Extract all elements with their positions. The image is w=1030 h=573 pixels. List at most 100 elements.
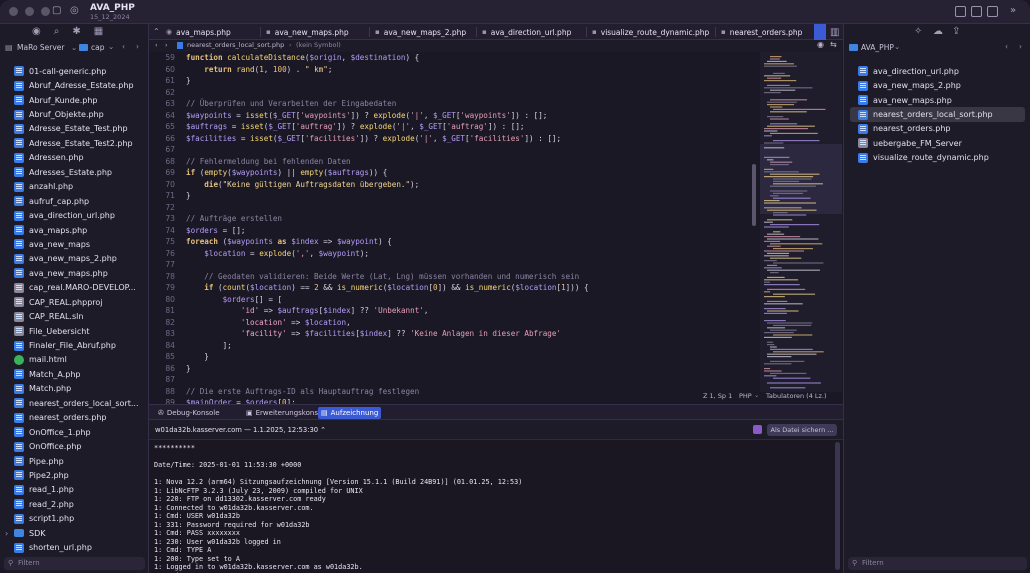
file-item[interactable]: read_2.php bbox=[0, 497, 149, 511]
sidebar-toggle-icon[interactable]: ▢ bbox=[52, 5, 61, 16]
file-item[interactable]: nearest_orders_local_sort.php bbox=[850, 107, 1025, 122]
sidebar-search-icon[interactable]: ⌕ bbox=[54, 26, 60, 40]
file-item[interactable]: ava_new_maps_2.php bbox=[844, 78, 1030, 92]
file-item[interactable]: OnOffice_1.php bbox=[0, 425, 149, 439]
server-selector[interactable]: MaRo Server bbox=[17, 43, 65, 52]
code-line[interactable]: } bbox=[186, 75, 760, 87]
code-line[interactable]: } bbox=[186, 190, 760, 202]
file-item[interactable]: ava_new_maps_2.php bbox=[0, 252, 149, 266]
file-item[interactable]: aufruf_cap.php bbox=[0, 194, 149, 208]
file-item[interactable]: Adressen.php bbox=[0, 151, 149, 165]
back-icon[interactable]: ‹ bbox=[122, 42, 125, 51]
code-line[interactable]: $facilities = isset($_GET['facilities'])… bbox=[186, 133, 760, 145]
transcript-log[interactable]: ********** Date/Time: 2025-01-01 11:53:30… bbox=[149, 440, 843, 573]
compare-icon[interactable]: ⇆ bbox=[830, 40, 837, 49]
tab-ava-maps[interactable]: ◉ ava_maps.php bbox=[166, 24, 231, 40]
tab-ava-new-maps[interactable]: ▪ ava_new_maps.php bbox=[266, 24, 349, 40]
code-line[interactable] bbox=[186, 87, 760, 99]
code-line[interactable]: // Aufträge erstellen bbox=[186, 213, 760, 225]
breadcrumb-file[interactable]: nearest_orders_local_sort.php bbox=[187, 41, 284, 49]
preview-icon[interactable]: ◉ bbox=[817, 40, 824, 49]
code-line[interactable]: $orders[] = [ bbox=[186, 294, 760, 306]
sparkle-icon[interactable]: ✧ bbox=[914, 26, 922, 37]
file-item[interactable]: cap_real.MARO-DEVELOP... bbox=[0, 281, 149, 295]
file-item[interactable]: ava_direction_url.php bbox=[844, 64, 1030, 78]
back-icon[interactable]: ‹ bbox=[1005, 42, 1008, 51]
tab-ava-new-maps-2[interactable]: ▪ ava_new_maps_2.php bbox=[375, 24, 466, 40]
file-item[interactable]: Finaler_File_Abruf.php bbox=[0, 338, 149, 352]
tab-transcript[interactable]: ▤ Aufzeichnung bbox=[318, 407, 382, 419]
right-panel-toggle-icon[interactable] bbox=[987, 6, 998, 17]
file-item[interactable]: CAP_REAL.sln bbox=[0, 309, 149, 323]
file-item[interactable]: anzahl.php bbox=[0, 180, 149, 194]
file-item[interactable]: Abruf_Kunde.php bbox=[0, 93, 149, 107]
code-line[interactable]: // Fehlermeldung bei fehlenden Daten bbox=[186, 156, 760, 168]
file-item[interactable]: ava_direction_url.php bbox=[0, 208, 149, 222]
code-line[interactable]: die("Keine gültigen Auftragsdaten überge… bbox=[186, 179, 760, 191]
file-item[interactable]: ava_new_maps bbox=[0, 237, 149, 251]
code-line[interactable]: $orders = []; bbox=[186, 225, 760, 237]
upload-icon[interactable]: ⇪ bbox=[952, 26, 960, 37]
file-item[interactable]: Adresse_Estate_Test.php bbox=[0, 122, 149, 136]
forward-icon[interactable]: › bbox=[1019, 42, 1022, 51]
file-item[interactable]: read_1.php bbox=[0, 483, 149, 497]
disclosure-chevron-icon[interactable]: › bbox=[5, 529, 8, 538]
globe-icon[interactable]: ◉ bbox=[32, 26, 41, 40]
file-item[interactable]: Adresses_Estate.php bbox=[0, 165, 149, 179]
code-line[interactable]: return rand(1, 100) . " km"; bbox=[186, 64, 760, 76]
zoom-window-button[interactable] bbox=[41, 7, 50, 16]
file-item[interactable]: nearest_orders.php bbox=[0, 411, 149, 425]
code-line[interactable]: 'location' => $location, bbox=[186, 317, 760, 329]
editor-scrollbar[interactable] bbox=[752, 164, 756, 226]
code-line[interactable] bbox=[186, 202, 760, 214]
code-line[interactable]: // Überprüfen und Verarbeiten der Eingab… bbox=[186, 98, 760, 110]
file-item[interactable]: visualize_route_dynamic.php bbox=[844, 151, 1030, 165]
remote-filter-field[interactable]: ⚲ Filtern bbox=[848, 557, 1027, 570]
code-line[interactable]: $location = explode(',', $waypoint); bbox=[186, 248, 760, 260]
file-item[interactable]: ava_maps.php bbox=[0, 223, 149, 237]
code-line[interactable]: $waypoints = isset($_GET['waypoints']) ?… bbox=[186, 110, 760, 122]
file-item[interactable]: nearest_orders.php bbox=[844, 122, 1030, 136]
cursor-position[interactable]: Z 1, Sp 1 bbox=[703, 392, 732, 400]
code-editor[interactable]: 59 60 61 62 63 64 65 66 67 68 69 70 71 72 73 74 75 76 77 78… bbox=[149, 52, 843, 430]
file-item[interactable]: nearest_orders_local_sort... bbox=[0, 396, 149, 410]
file-item[interactable]: uebergabe_FM_Server bbox=[844, 136, 1030, 150]
code-line[interactable]: 'id' => $auftrags[$index] ?? 'Unbekannt'… bbox=[186, 305, 760, 317]
code-area[interactable]: function calculateDistance($origin, $des… bbox=[186, 52, 760, 404]
more-icon[interactable]: » bbox=[1010, 5, 1016, 16]
file-item[interactable]: › SDK bbox=[0, 526, 149, 540]
remote-folder[interactable]: AVA_PHP bbox=[861, 43, 894, 52]
file-item[interactable]: File_Uebersicht bbox=[0, 324, 149, 338]
filter-field[interactable]: ⚲ Filtern bbox=[4, 557, 145, 570]
code-line[interactable]: $auftrags = isset($_GET['auftrag']) ? ex… bbox=[186, 121, 760, 133]
file-item[interactable]: Pipe2.php bbox=[0, 468, 149, 482]
file-item[interactable]: Abruf_Adresse_Estate.php bbox=[0, 78, 149, 92]
cloud-icon[interactable]: ☁ bbox=[933, 26, 943, 37]
code-line[interactable]: if (empty($waypoints) || empty($auftrags… bbox=[186, 167, 760, 179]
chevron-down-icon[interactable]: ⌄ bbox=[71, 43, 77, 52]
transcript-session-selector[interactable]: w01da32b.kasserver.com — 1.1.2025, 12:53… bbox=[155, 426, 326, 434]
file-item[interactable]: CAP_REAL.phpproj bbox=[0, 295, 149, 309]
code-line[interactable]: // Geodaten validieren: Beide Werte (Lat… bbox=[186, 271, 760, 283]
file-item[interactable]: shorten_url.php bbox=[0, 540, 149, 554]
file-item[interactable]: script1.php bbox=[0, 512, 149, 526]
file-item[interactable]: 01-call-generic.php bbox=[0, 64, 149, 78]
file-item[interactable]: Pipe.php bbox=[0, 454, 149, 468]
file-item[interactable]: Match.php bbox=[0, 382, 149, 396]
transcript-icon[interactable] bbox=[753, 425, 762, 434]
close-window-button[interactable] bbox=[9, 7, 18, 16]
minimize-window-button[interactable] bbox=[25, 7, 34, 16]
minimap[interactable] bbox=[760, 52, 842, 392]
indentation-setting[interactable]: Tabulatoren (4 Lz.) bbox=[766, 392, 827, 400]
file-item[interactable]: mail.html bbox=[0, 353, 149, 367]
left-panel-toggle-icon[interactable] bbox=[955, 6, 966, 17]
code-line[interactable] bbox=[186, 259, 760, 271]
code-line[interactable] bbox=[186, 144, 760, 156]
tab-nearest-orders[interactable]: ▪ nearest_orders.php bbox=[721, 24, 802, 40]
code-line[interactable]: foreach ($waypoints as $index => $waypoi… bbox=[186, 236, 760, 248]
chevron-down-icon[interactable]: ⌄ bbox=[894, 42, 900, 51]
file-item[interactable]: Abruf_Objekte.php bbox=[0, 107, 149, 121]
chevron-down-icon[interactable]: ⌄ bbox=[108, 42, 114, 51]
bottom-panel-toggle-icon[interactable] bbox=[971, 6, 982, 17]
code-line[interactable]: if (count($location) == 2 && is_numeric(… bbox=[186, 282, 760, 294]
